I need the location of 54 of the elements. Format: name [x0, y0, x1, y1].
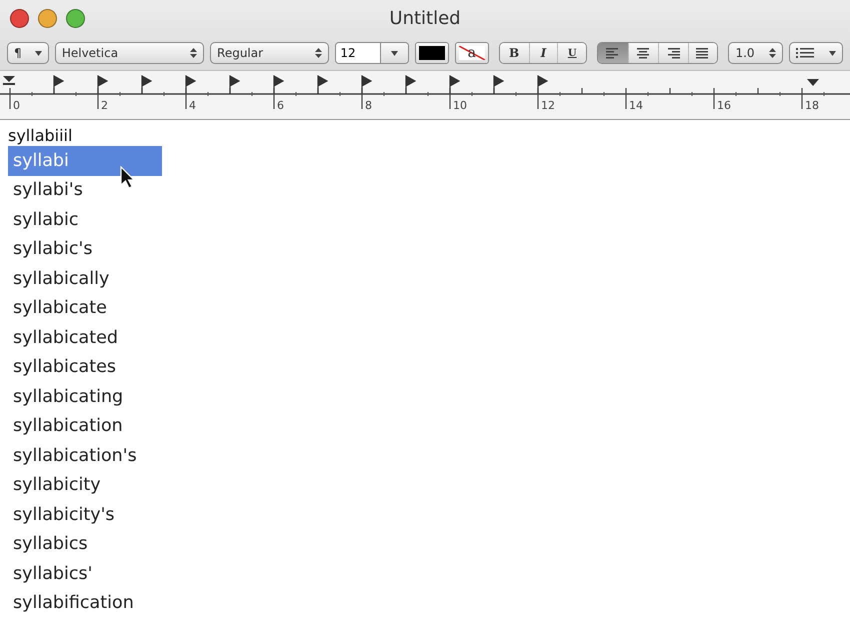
text-style-button[interactable]: B [500, 43, 528, 63]
window-title: Untitled [389, 8, 461, 28]
ruler-label: 10 [452, 99, 468, 112]
list-icon [796, 48, 814, 58]
align-left-icon [606, 48, 620, 58]
completion-item[interactable]: syllabic [8, 205, 162, 234]
completion-item[interactable]: syllabication [8, 412, 162, 441]
alignment-button[interactable] [688, 43, 718, 63]
line-spacing-menu[interactable]: 1.0 [728, 42, 784, 64]
stepper-icon [190, 47, 198, 59]
ruler-label: 14 [628, 99, 644, 112]
completion-item[interactable]: syllabicity [8, 470, 162, 500]
completion-item[interactable]: syllabicity's [8, 500, 162, 530]
ruler-label: 6 [276, 99, 285, 112]
completion-item[interactable]: syllabicates [8, 352, 162, 382]
stepper-icon [769, 47, 776, 59]
alignment-button[interactable] [628, 43, 658, 63]
list-bullets-menu[interactable] [789, 42, 843, 64]
completion-item[interactable]: syllabics [8, 530, 162, 559]
completion-item[interactable]: syllabically [8, 264, 162, 294]
completion-item[interactable]: syllabication's [8, 441, 162, 470]
typed-word: syllabiiil [8, 126, 72, 144]
completion-item[interactable]: syllabicate [8, 294, 162, 323]
completion-item[interactable]: syllabics' [8, 559, 162, 588]
completion-item[interactable]: syllabic's [8, 234, 162, 264]
text-style-button[interactable]: I [528, 43, 558, 63]
close-button[interactable] [10, 8, 29, 28]
text-style-button[interactable]: U [557, 43, 586, 63]
align-justify-icon [696, 48, 710, 58]
ruler-label: 12 [540, 99, 556, 112]
ruler-label: 4 [188, 99, 197, 112]
stepper-icon [315, 47, 322, 59]
caret-icon [34, 50, 42, 56]
text-color-well[interactable] [414, 42, 449, 64]
ruler-label: 18 [804, 99, 820, 112]
ruler-label: 16 [716, 99, 732, 112]
minimize-button[interactable] [38, 8, 57, 28]
align-right-icon [666, 48, 680, 58]
alignment-button[interactable] [658, 43, 688, 63]
alignment-button[interactable] [598, 43, 628, 63]
ruler-label: 2 [100, 99, 109, 112]
completion-item[interactable]: syllabicated [8, 323, 162, 352]
completion-item[interactable]: syllabification [8, 588, 162, 618]
completion-item[interactable]: syllabi [8, 146, 162, 176]
zoom-button[interactable] [66, 8, 85, 28]
completion-item[interactable]: syllabi's [8, 176, 162, 205]
ruler-label: 0 [12, 99, 21, 112]
align-center-icon [636, 48, 650, 58]
caret-icon [828, 50, 836, 56]
font-style-menu[interactable]: Regular [210, 42, 330, 64]
ruler-label: 8 [364, 99, 373, 112]
font-family-menu[interactable]: Helvetica [54, 42, 204, 64]
completion-item[interactable]: syllabicating [8, 382, 162, 412]
paragraph-style-menu[interactable]: ¶ [7, 42, 49, 64]
